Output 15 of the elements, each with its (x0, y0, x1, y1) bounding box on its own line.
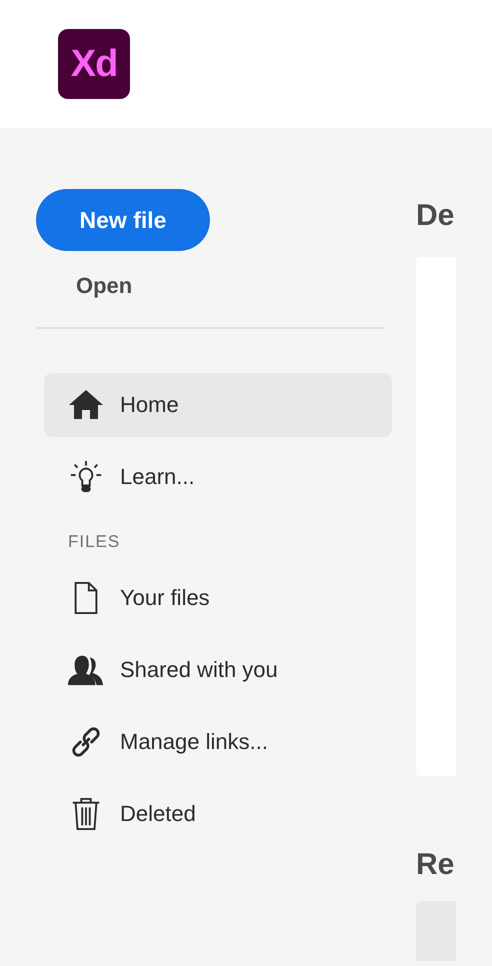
nav-item[interactable]: Home (44, 373, 392, 437)
app-logo: Xd (58, 29, 130, 99)
section-heading: De (416, 199, 456, 233)
nav-item[interactable]: Shared with you (44, 638, 392, 702)
nav-item[interactable]: Learn... (44, 445, 392, 509)
nav-item[interactable]: Deleted (44, 782, 392, 846)
section-heading: FILES (68, 532, 120, 552)
nav-item[interactable]: Manage links... (44, 710, 392, 774)
new-file-button[interactable]: New file (36, 189, 210, 251)
section-heading: Re (416, 848, 456, 882)
nav-item[interactable]: Your files (44, 566, 392, 630)
open-link[interactable]: Open (76, 273, 132, 299)
people-icon (68, 653, 104, 687)
home-icon (68, 388, 104, 422)
lightbulb-icon (68, 460, 104, 494)
